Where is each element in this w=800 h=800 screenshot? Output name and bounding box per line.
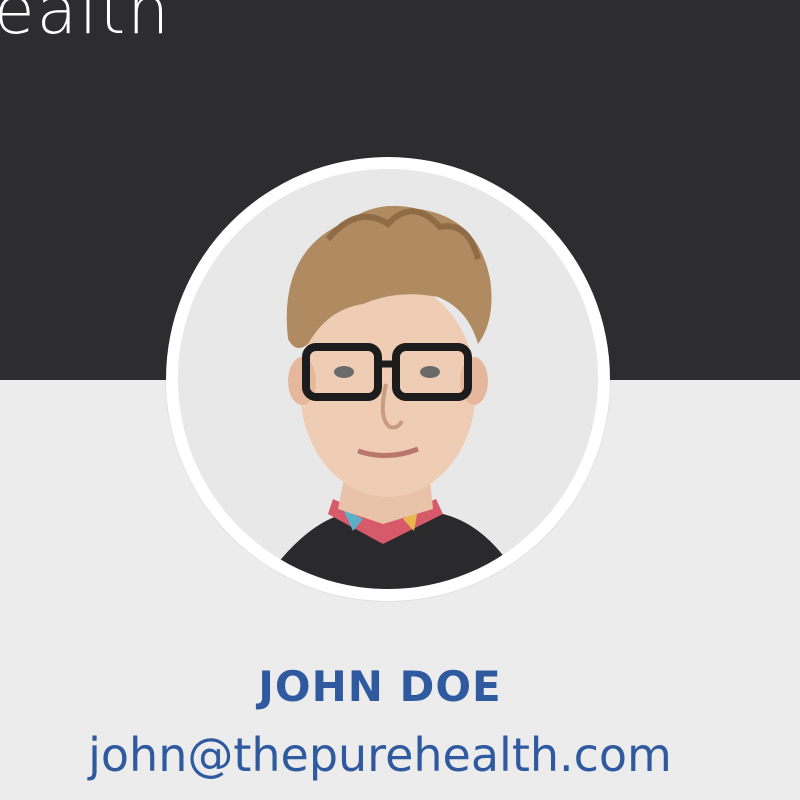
brand-logo[interactable]: ealth (0, 0, 171, 44)
profile-email[interactable]: john@thepurehealth.com (0, 728, 760, 782)
profile-name: JOHN DOE (258, 662, 502, 711)
avatar[interactable] (178, 169, 598, 589)
avatar-photo-icon (178, 169, 598, 589)
profile-page: ealth JOHN DOE john@thepurehealth.com (0, 0, 800, 800)
